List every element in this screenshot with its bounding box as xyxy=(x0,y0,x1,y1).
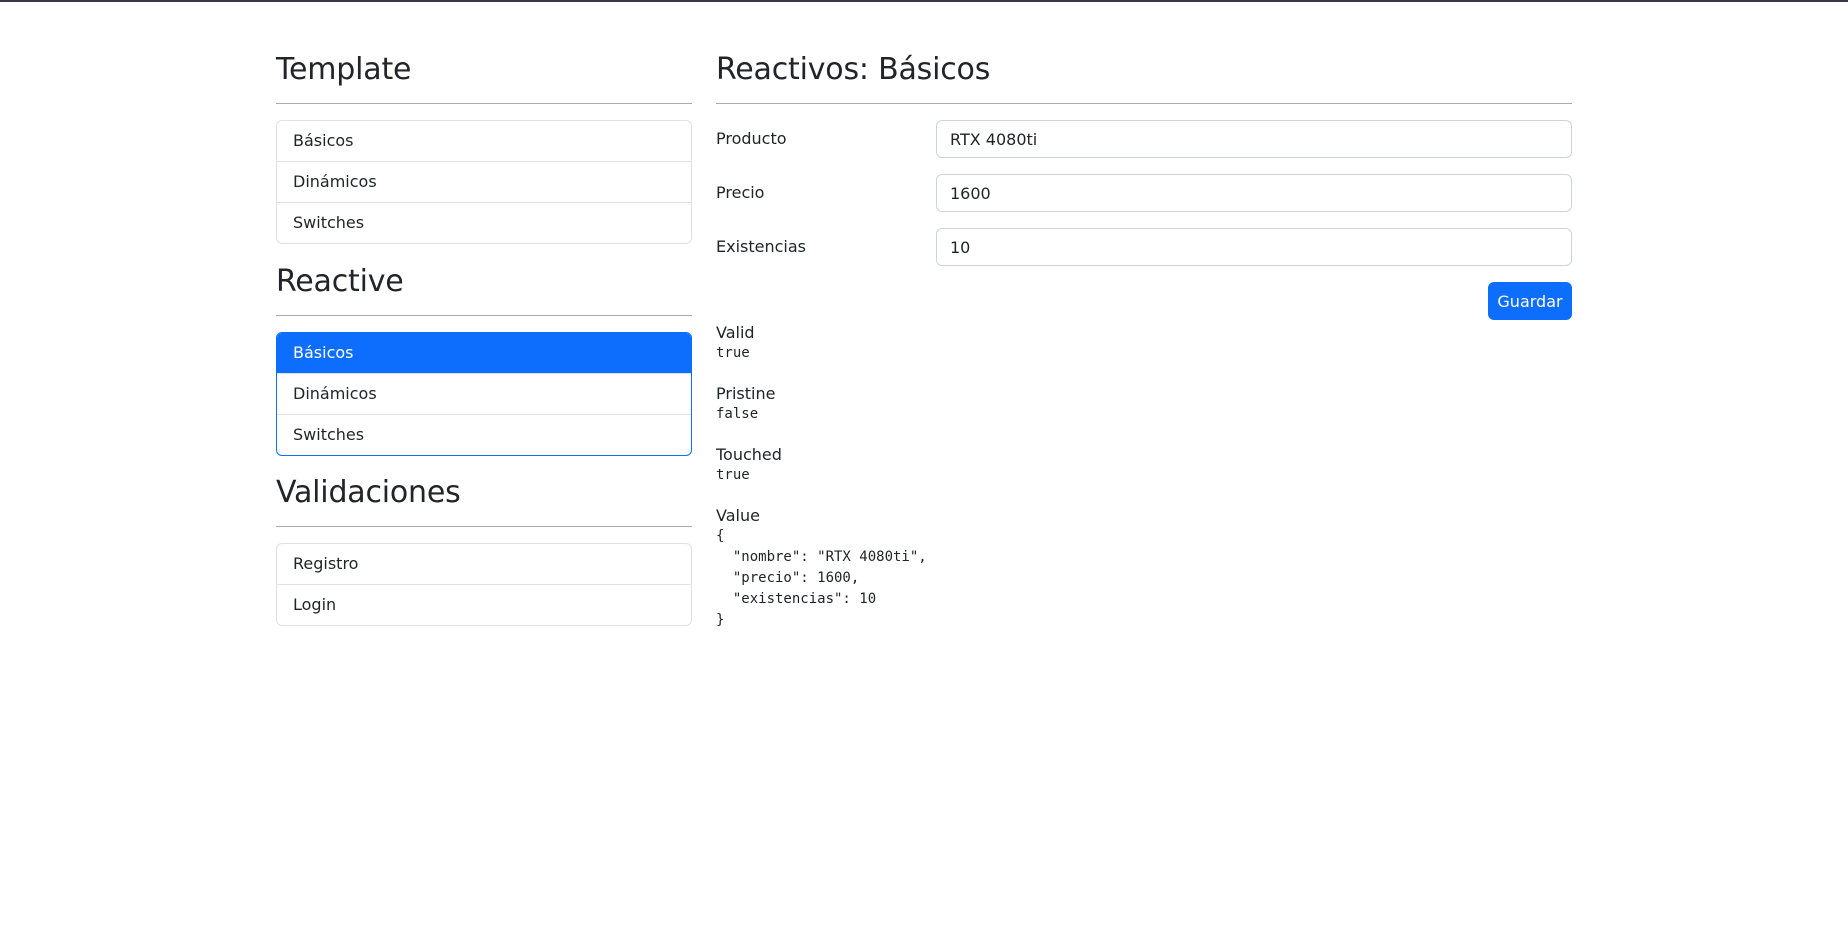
sidebar-section-title-validaciones: Validaciones xyxy=(276,475,461,510)
title-divider xyxy=(716,103,1572,104)
menu-item-login[interactable]: Login xyxy=(277,584,691,625)
menu-validaciones: Registro Login xyxy=(276,543,692,626)
producto-input[interactable] xyxy=(936,120,1572,158)
existencias-input[interactable] xyxy=(936,228,1572,266)
menu-item-template-dinamicos[interactable]: Dinámicos xyxy=(277,161,691,202)
menu-item-reactive-dinamicos[interactable]: Dinámicos xyxy=(277,373,691,414)
section-divider xyxy=(276,526,692,527)
menu-item-template-basicos[interactable]: Básicos xyxy=(277,121,691,161)
section-divider xyxy=(276,315,692,316)
menu-reactive: Básicos Dinámicos Switches xyxy=(276,332,692,456)
status-touched-value: true xyxy=(716,467,750,483)
status-value-json: { "nombre": "RTX 4080ti", "precio": 1600… xyxy=(716,528,927,628)
status-pristine-label: Pristine xyxy=(716,384,776,403)
menu-item-registro[interactable]: Registro xyxy=(277,544,691,584)
sidebar-section-title-template: Template xyxy=(276,52,412,87)
section-divider xyxy=(276,103,692,104)
form-row-existencias: Existencias xyxy=(716,228,1572,266)
status-valid-label: Valid xyxy=(716,323,755,342)
precio-input[interactable] xyxy=(936,174,1572,212)
status-valid: Valid true xyxy=(716,323,755,364)
guardar-button[interactable]: Guardar xyxy=(1488,282,1572,320)
menu-item-template-switches[interactable]: Switches xyxy=(277,202,691,243)
status-pristine: Pristine false xyxy=(716,384,775,425)
status-value: Value { "nombre": "RTX 4080ti", "precio"… xyxy=(716,506,927,631)
status-pristine-value: false xyxy=(716,406,759,422)
menu-template: Básicos Dinámicos Switches xyxy=(276,120,692,244)
producto-label: Producto xyxy=(716,129,787,148)
status-touched-label: Touched xyxy=(716,445,782,464)
form-row-precio: Precio xyxy=(716,174,1572,212)
status-touched: Touched true xyxy=(716,445,782,486)
menu-item-reactive-switches[interactable]: Switches xyxy=(277,414,691,455)
form-row-producto: Producto xyxy=(716,120,1572,158)
status-value-label: Value xyxy=(716,506,760,525)
status-valid-value: true xyxy=(716,345,750,361)
sidebar-section-title-reactive: Reactive xyxy=(276,264,404,299)
menu-item-reactive-basicos[interactable]: Básicos xyxy=(277,333,691,373)
precio-label: Precio xyxy=(716,183,765,202)
existencias-label: Existencias xyxy=(716,237,806,256)
page-title: Reactivos: Básicos xyxy=(716,52,991,87)
